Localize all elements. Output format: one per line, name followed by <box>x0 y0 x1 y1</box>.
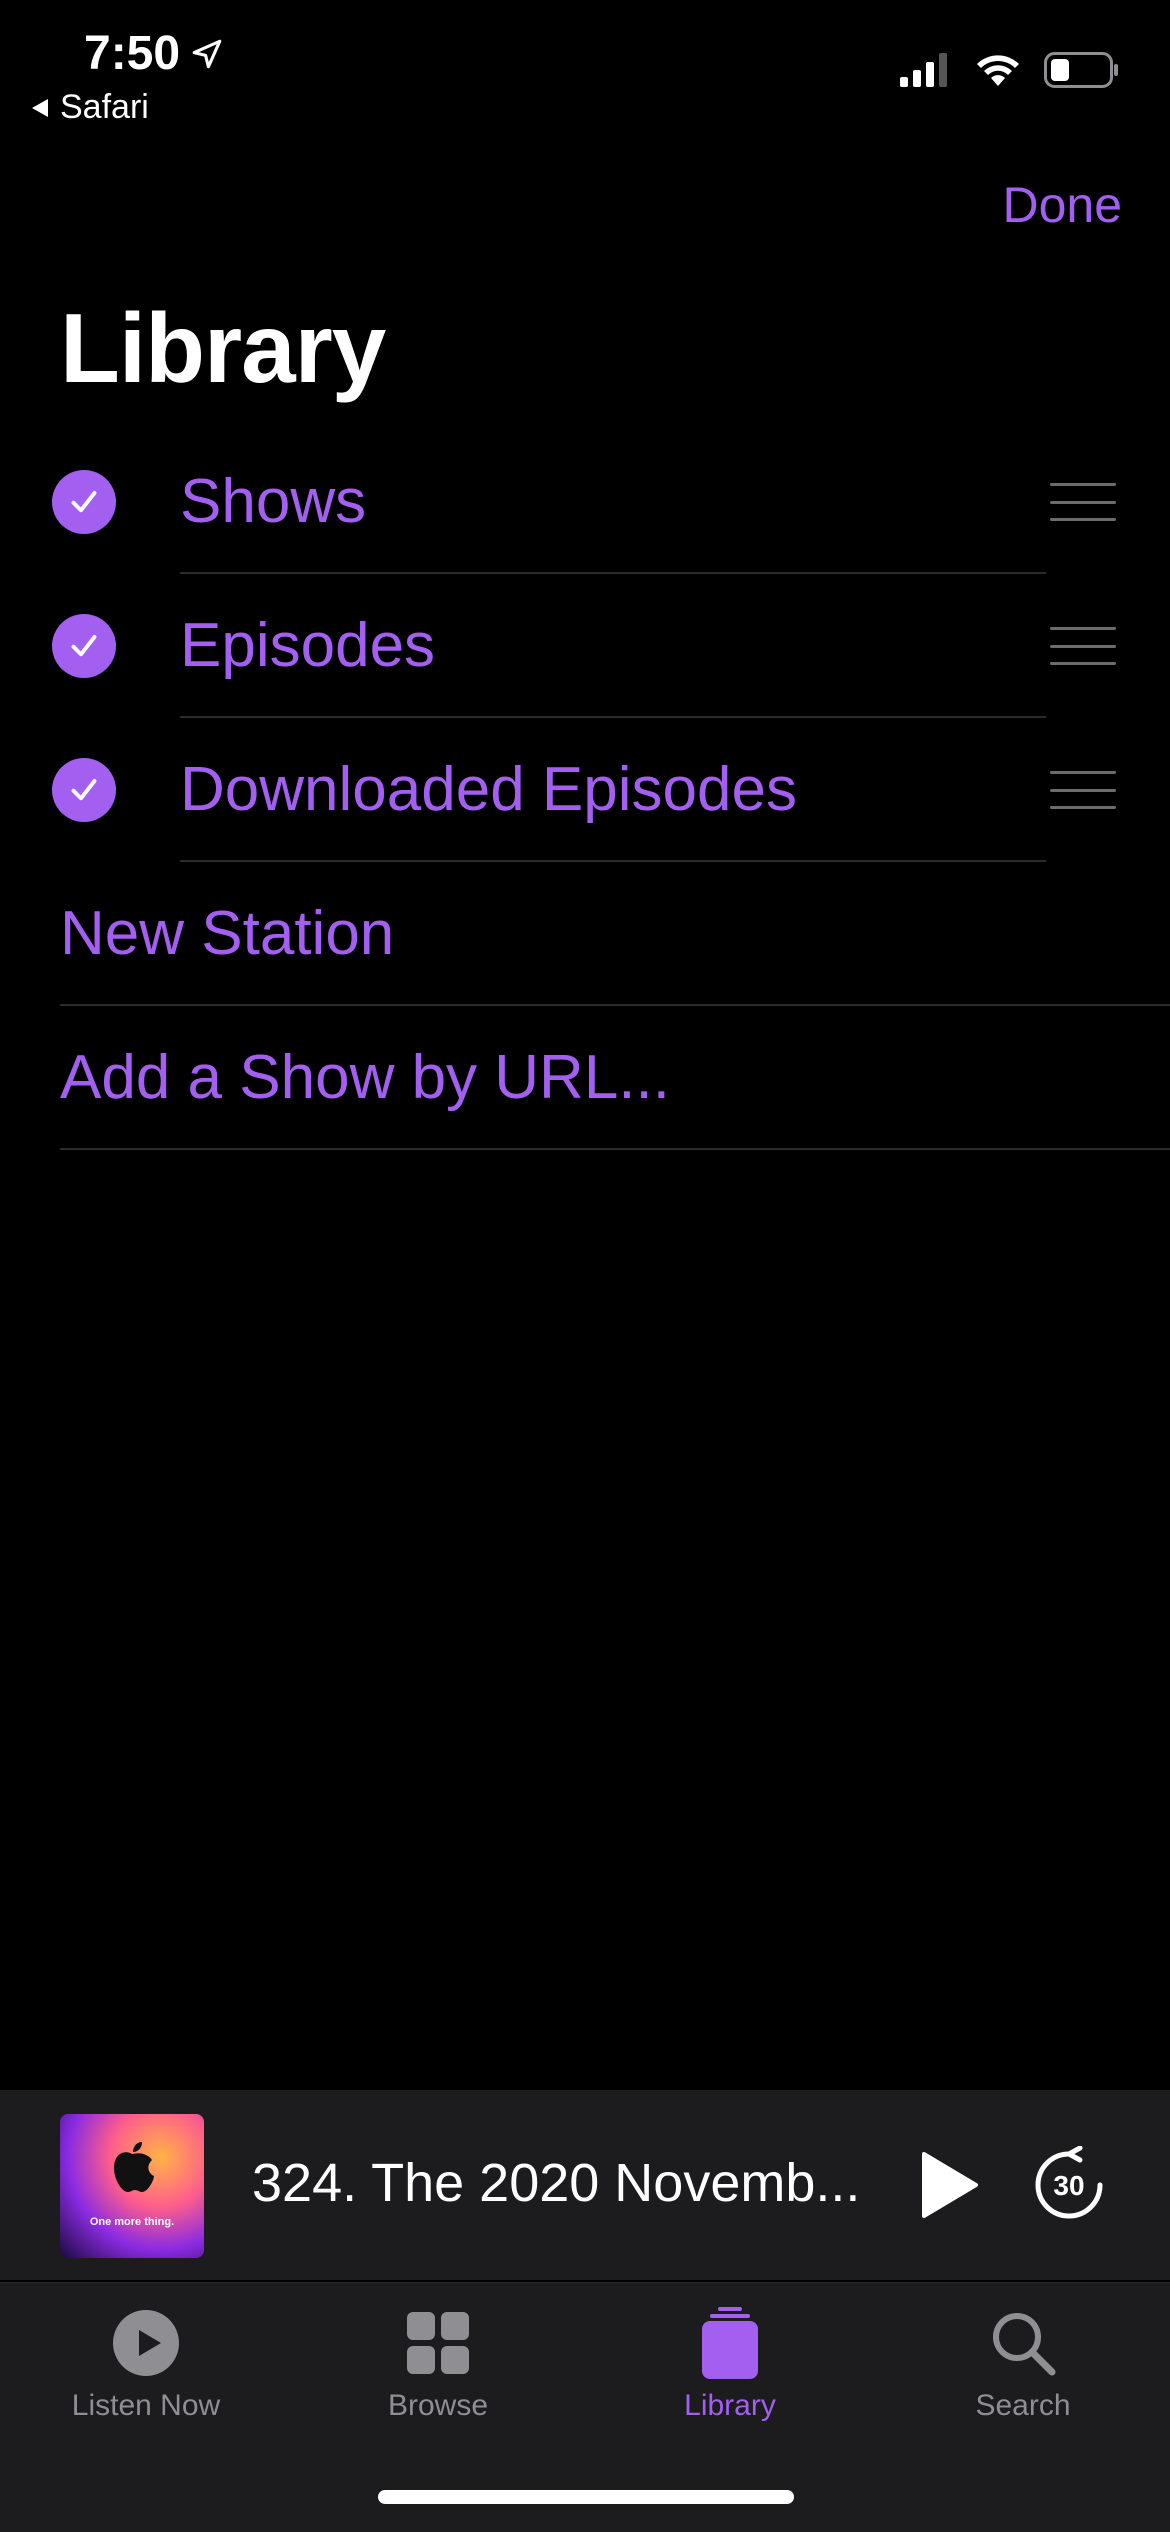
library-item-downloaded-episodes[interactable]: Downloaded Episodes <box>0 718 1170 862</box>
apple-logo-icon <box>114 2142 154 2192</box>
back-to-app[interactable]: Safari <box>30 88 149 127</box>
cellular-signal-icon <box>900 53 947 87</box>
tab-library[interactable]: Library <box>600 2303 860 2423</box>
battery-icon <box>1044 52 1118 88</box>
tab-label: Browse <box>387 2389 489 2422</box>
checkmark-icon[interactable] <box>52 758 116 822</box>
reorder-handle-icon[interactable] <box>1050 627 1116 665</box>
mini-player[interactable]: One more thing. 324. The 2020 Novemb... … <box>0 2090 1170 2280</box>
grid-icon <box>398 2303 478 2383</box>
reorder-handle-icon[interactable] <box>1050 771 1116 809</box>
library-icon <box>690 2303 770 2383</box>
skip-seconds-label: 30 <box>1053 2170 1084 2201</box>
library-item-label: Episodes <box>180 611 436 680</box>
new-station-label: New Station <box>60 899 395 968</box>
tab-label: Library <box>684 2389 776 2422</box>
location-arrow-icon <box>192 39 222 68</box>
library-edit-screen: 7:50 Safari Done Library Shows Episodes … <box>0 0 1170 2532</box>
library-item-label: Downloaded Episodes <box>180 755 797 824</box>
play-button-icon[interactable] <box>918 2150 980 2220</box>
tab-listen-now[interactable]: Listen Now <box>16 2303 276 2423</box>
back-app-label: Safari <box>60 88 149 126</box>
tab-search[interactable]: Search <box>893 2303 1153 2423</box>
wifi-icon <box>977 55 1019 86</box>
status-indicators <box>900 52 1120 88</box>
page-title: Library <box>60 293 386 403</box>
skip-forward-30-icon[interactable]: 30 <box>1030 2146 1108 2224</box>
reorder-handle-icon[interactable] <box>1050 483 1116 521</box>
done-button[interactable]: Done <box>1002 176 1122 234</box>
new-station-button[interactable]: New Station <box>0 862 1170 1006</box>
back-triangle-icon <box>32 98 48 117</box>
tab-label: Listen Now <box>71 2389 221 2422</box>
library-item-label: Shows <box>180 467 367 536</box>
artwork-text: One more thing. <box>89 2216 175 2228</box>
status-time: 7:50 <box>84 26 224 81</box>
episode-title[interactable]: 324. The 2020 Novemb... <box>252 2152 860 2214</box>
library-item-episodes[interactable]: Episodes <box>0 574 1170 718</box>
checkmark-icon[interactable] <box>52 470 116 534</box>
add-show-by-url-button[interactable]: Add a Show by URL... <box>0 1006 1170 1150</box>
home-indicator[interactable] <box>378 2490 794 2504</box>
status-time-text: 7:50 <box>84 27 181 80</box>
tab-label: Search <box>975 2389 1071 2422</box>
episode-artwork: One more thing. <box>60 2114 204 2258</box>
separator <box>60 1148 1170 1150</box>
search-icon <box>983 2303 1063 2383</box>
library-item-shows[interactable]: Shows <box>0 430 1170 574</box>
add-show-by-url-label: Add a Show by URL... <box>60 1043 670 1112</box>
tab-browse[interactable]: Browse <box>308 2303 568 2423</box>
checkmark-icon[interactable] <box>52 614 116 678</box>
play-circle-icon <box>106 2303 186 2383</box>
